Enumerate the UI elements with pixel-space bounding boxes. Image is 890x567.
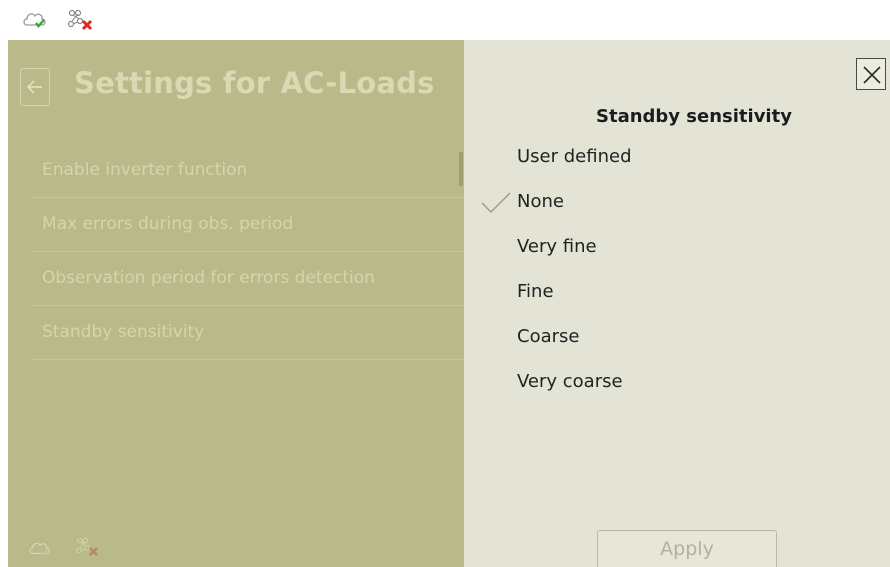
- option-coarse[interactable]: Coarse: [464, 316, 890, 361]
- network-disconnected-icon: [74, 536, 102, 558]
- option-label: User defined: [517, 146, 632, 167]
- settings-item-label: Observation period for errors detection: [42, 268, 375, 288]
- option-label: Very fine: [517, 236, 597, 257]
- option-user-defined[interactable]: User defined: [464, 136, 890, 181]
- option-label: Fine: [517, 281, 554, 302]
- settings-panel: Settings for AC-Loads Enable inverter fu…: [8, 40, 464, 567]
- option-label: Coarse: [517, 326, 580, 347]
- close-icon: [863, 66, 881, 84]
- option-very-coarse[interactable]: Very coarse: [464, 361, 890, 406]
- settings-item-label: Enable inverter function: [42, 160, 248, 180]
- close-button[interactable]: [856, 58, 886, 90]
- option-very-fine[interactable]: Very fine: [464, 226, 890, 271]
- cloud-check-icon: [22, 8, 48, 30]
- option-fine[interactable]: Fine: [464, 271, 890, 316]
- settings-item-standby-sensitivity[interactable]: Standby sensitivity: [32, 306, 464, 360]
- option-list: User defined None Very fine Fine Coarse …: [464, 136, 890, 406]
- cloud-check-icon: [28, 538, 52, 558]
- option-label: Very coarse: [517, 371, 623, 392]
- settings-item-observation-period[interactable]: Observation period for errors detection: [32, 252, 464, 306]
- settings-item-enable-inverter[interactable]: Enable inverter function: [32, 144, 464, 198]
- page-title: Settings for AC-Loads: [74, 66, 435, 100]
- scrollbar-thumb[interactable]: [459, 152, 463, 186]
- network-disconnected-icon: [66, 8, 96, 32]
- option-none[interactable]: None: [464, 181, 890, 226]
- settings-item-label: Max errors during obs. period: [42, 214, 294, 234]
- status-bar: [0, 0, 890, 40]
- settings-item-label: Standby sensitivity: [42, 322, 205, 342]
- settings-list: Enable inverter function Max errors duri…: [32, 144, 464, 360]
- picker-title: Standby sensitivity: [596, 106, 792, 127]
- settings-item-max-errors[interactable]: Max errors during obs. period: [32, 198, 464, 252]
- option-label: None: [517, 191, 564, 212]
- checkmark-icon: [481, 192, 511, 213]
- apply-button[interactable]: Apply: [597, 530, 777, 567]
- standby-sensitivity-picker: Standby sensitivity User defined None Ve…: [464, 40, 890, 567]
- arrow-left-icon: [27, 80, 42, 94]
- back-button[interactable]: [20, 68, 50, 106]
